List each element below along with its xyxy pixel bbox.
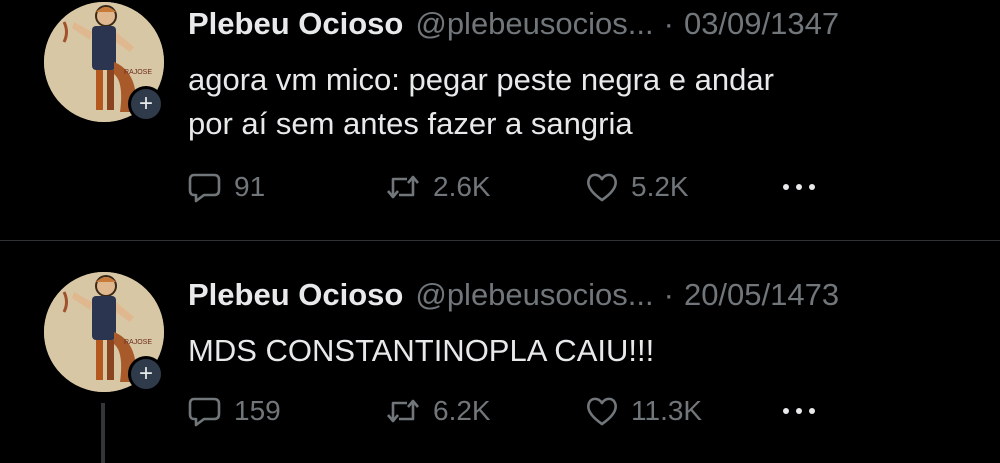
retweet-count: 6.2K (433, 395, 491, 426)
author-handle[interactable]: @plebeusocios... (415, 277, 653, 313)
more-button[interactable] (780, 389, 832, 433)
tweet-text-line: MDS CONSTANTINOPLA CAIU!!! (188, 333, 655, 368)
follow-button[interactable]: + (128, 86, 164, 122)
tweet-header: Plebeu Ocioso @plebeusocios... · 20/05/1… (188, 277, 988, 317)
avatar-wrap[interactable]: RAJOSE + (44, 2, 164, 122)
tweet-actions: 91 2.6K 5.2K (188, 165, 888, 209)
reply-button[interactable]: 159 (188, 389, 281, 433)
tweet-actions: 159 6.2K 11.3K (188, 389, 888, 433)
author-handle[interactable]: @plebeusocios... (415, 6, 653, 42)
heart-icon (587, 173, 617, 202)
plus-icon: + (138, 90, 153, 117)
author-name[interactable]: Plebeu Ocioso (188, 6, 403, 42)
avatar-wrap[interactable]: RAJOSE + (44, 272, 164, 392)
author-name[interactable]: Plebeu Ocioso (188, 277, 403, 313)
retweet-button[interactable]: 6.2K (385, 389, 491, 433)
avatar-caption: RAJOSE (124, 339, 152, 346)
avatar-caption: RAJOSE (124, 69, 152, 76)
heart-icon (587, 397, 617, 426)
plus-icon: + (138, 360, 153, 387)
like-count: 11.3K (631, 395, 703, 426)
reply-button[interactable]: 91 (188, 165, 265, 209)
tweet-text-line: por aí sem antes fazer a sangria (188, 106, 633, 141)
reply-icon (188, 173, 221, 203)
tweet-date[interactable]: 20/05/1473 (684, 277, 839, 313)
more-icon (783, 408, 815, 414)
follow-button[interactable]: + (128, 356, 164, 392)
like-button[interactable]: 5.2K (585, 165, 689, 209)
tweet[interactable]: RAJOSE + Plebeu Ocioso @plebeusocios... … (0, 0, 1000, 240)
tweet-date[interactable]: 03/09/1347 (684, 6, 839, 42)
more-button[interactable] (780, 165, 832, 209)
tweet[interactable]: RAJOSE + Plebeu Ocioso @plebeusocios... … (0, 241, 1000, 463)
separator: · (663, 6, 674, 41)
like-count: 5.2K (631, 171, 689, 202)
retweet-count: 2.6K (433, 171, 491, 202)
reply-count: 91 (234, 171, 266, 202)
retweet-icon (387, 175, 419, 199)
separator: · (663, 277, 674, 312)
thread-line (101, 403, 105, 463)
more-icon (783, 184, 815, 190)
tweet-header: Plebeu Ocioso @plebeusocios... · 03/09/1… (188, 6, 988, 46)
retweet-button[interactable]: 2.6K (385, 165, 491, 209)
like-button[interactable]: 11.3K (585, 389, 702, 433)
reply-count: 159 (234, 395, 281, 426)
retweet-icon (387, 399, 419, 423)
tweet-text: MDS CONSTANTINOPLA CAIU!!! (188, 329, 978, 373)
reply-icon (188, 397, 221, 427)
tweet-text-line: agora vm mico: pegar peste negra e andar (188, 62, 774, 97)
tweet-text: agora vm mico: pegar peste negra e andar… (188, 58, 978, 146)
